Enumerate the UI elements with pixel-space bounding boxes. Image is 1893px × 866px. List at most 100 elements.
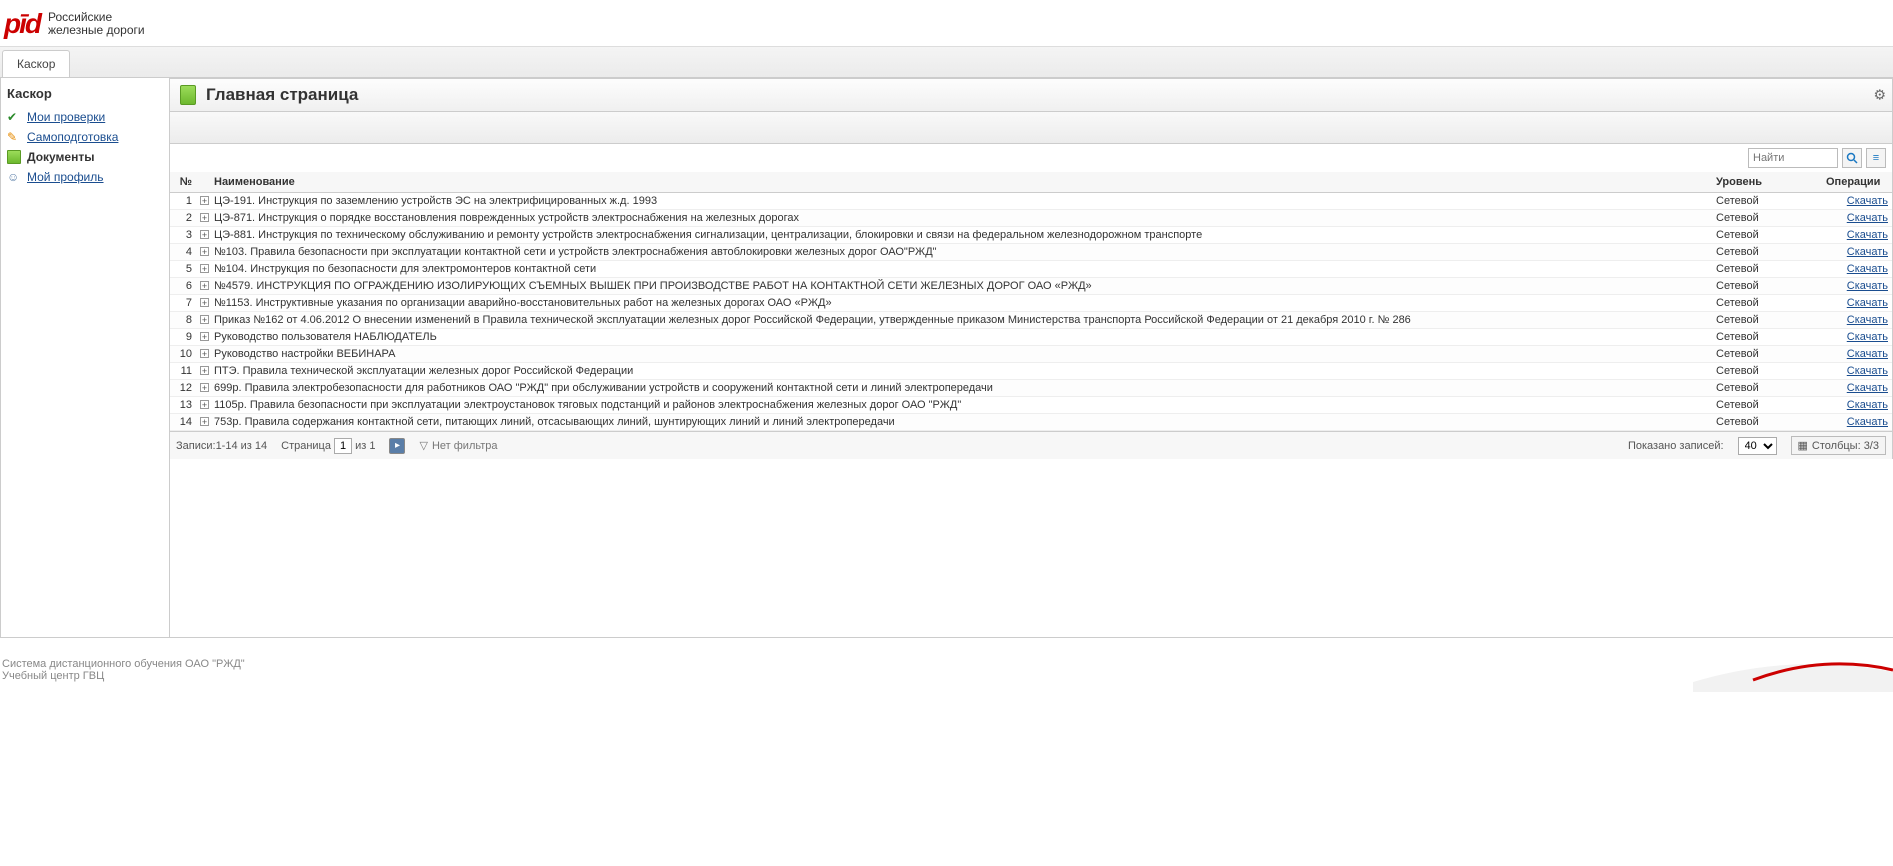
tabstrip: Каскор [0,47,1893,78]
expand-icon[interactable]: + [200,247,209,256]
row-num: 1 [170,193,196,210]
download-link[interactable]: Скачать [1847,297,1888,309]
row-name: 1105р. Правила безопасности при эксплуат… [210,397,1712,414]
row-num: 9 [170,329,196,346]
row-level: Сетевой [1712,397,1822,414]
search-button[interactable] [1842,148,1862,168]
tab-kaskor[interactable]: Каскор [2,50,70,77]
expand-icon[interactable]: + [200,366,209,375]
filter-label: Нет фильтра [432,440,498,452]
expand-icon[interactable]: + [200,196,209,205]
table-row: 2+ЦЭ-871. Инструкция о порядке восстанов… [170,210,1892,227]
download-link[interactable]: Скачать [1847,365,1888,377]
page-input[interactable] [334,438,352,454]
download-link[interactable]: Скачать [1847,382,1888,394]
filter-status[interactable]: ▽ Нет фильтра [419,439,497,452]
download-link[interactable]: Скачать [1847,212,1888,224]
download-link[interactable]: Скачать [1847,348,1888,360]
expand-icon[interactable]: + [200,349,209,358]
row-level: Сетевой [1712,210,1822,227]
expand-icon[interactable]: + [200,213,209,222]
expand-icon[interactable]: + [200,383,209,392]
search-icon [1846,152,1858,164]
brand-mark: pīd [4,8,40,40]
table-row: 9+Руководство пользователя НАБЛЮДАТЕЛЬСе… [170,329,1892,346]
expand-icon[interactable]: + [200,332,209,341]
page-header: Главная страница ⚙ [170,78,1893,112]
download-link[interactable]: Скачать [1847,195,1888,207]
download-link[interactable]: Скачать [1847,416,1888,428]
funnel-icon: ▽ [419,439,427,452]
columns-button[interactable]: ▦ Столбцы: 3/3 [1791,436,1886,455]
footer-swoosh-icon [1693,642,1893,692]
row-name: ЦЭ-191. Инструкция по заземлению устройс… [210,193,1712,210]
search-bar: ≡ [170,144,1893,172]
footer-line2: Учебный центр ГВЦ [2,670,1883,682]
col-header-num[interactable]: № [170,172,196,193]
download-link[interactable]: Скачать [1847,229,1888,241]
table-row: 4+№103. Правила безопасности при эксплуа… [170,244,1892,261]
row-level: Сетевой [1712,193,1822,210]
brand-text: Российские железные дороги [48,11,145,37]
gear-icon[interactable]: ⚙ [1873,87,1886,104]
pager: Записи:1-14 из 14 Страница из 1 ▸ ▽ Нет … [170,431,1893,459]
row-num: 12 [170,380,196,397]
row-level: Сетевой [1712,363,1822,380]
sub-toolbar [170,112,1893,144]
sidebar-item-my-checks[interactable]: ✔ Мои проверки [7,107,163,127]
table-header-row: № Наименование Уровень Операции [170,172,1892,193]
download-link[interactable]: Скачать [1847,280,1888,292]
row-name: №1153. Инструктивные указания по организ… [210,295,1712,312]
table-row: 13+1105р. Правила безопасности при экспл… [170,397,1892,414]
documents-table: № Наименование Уровень Операции 1+ЦЭ-191… [170,172,1892,431]
table-row: 3+ЦЭ-881. Инструкция по техническому обс… [170,227,1892,244]
search-expand-button[interactable]: ≡ [1866,148,1886,168]
expand-icon[interactable]: + [200,298,209,307]
row-level: Сетевой [1712,329,1822,346]
table-row: 11 +ПТЭ. Правила технической эксплуатации… [170,363,1892,380]
col-header-name[interactable]: Наименование [210,172,1712,193]
table-row: 6+№4579. ИНСТРУКЦИЯ ПО ОГРАЖДЕНИЮ ИЗОЛИР… [170,278,1892,295]
col-header-level[interactable]: Уровень [1712,172,1822,193]
download-link[interactable]: Скачать [1847,246,1888,258]
download-link[interactable]: Скачать [1847,399,1888,411]
row-num: 11 [170,363,196,380]
row-level: Сетевой [1712,244,1822,261]
row-level: Сетевой [1712,261,1822,278]
expand-icon[interactable]: + [200,264,209,273]
row-name: 699р. Правила электробезопасности для ра… [210,380,1712,397]
row-name: Руководство настройки ВЕБИНАРА [210,346,1712,363]
col-header-ops[interactable]: Операции [1822,172,1892,193]
sidebar-item-documents[interactable]: Документы [7,147,163,167]
expand-icon[interactable]: + [200,230,209,239]
row-name: №103. Правила безопасности при эксплуата… [210,244,1712,261]
sidebar: Каскор ✔ Мои проверки ✎ Самоподготовка Д… [0,78,170,638]
row-level: Сетевой [1712,312,1822,329]
page-go-button[interactable]: ▸ [389,438,405,454]
expand-icon[interactable]: + [200,315,209,324]
sidebar-item-label: Самоподготовка [27,130,118,144]
row-level: Сетевой [1712,414,1822,431]
app-footer: Система дистанционного обучения ОАО "РЖД… [0,638,1893,692]
table-row: 14+753р. Правила содержания контактной с… [170,414,1892,431]
expand-icon[interactable]: + [200,417,209,426]
row-num: 5 [170,261,196,278]
download-link[interactable]: Скачать [1847,314,1888,326]
search-input[interactable] [1748,148,1838,168]
expand-icon[interactable]: + [200,281,209,290]
download-link[interactable]: Скачать [1847,263,1888,275]
col-header-expand [196,172,210,193]
page-size-select[interactable]: 40 [1738,437,1777,455]
records-info: Записи:1-14 из 14 [176,440,267,452]
sidebar-item-selftrain[interactable]: ✎ Самоподготовка [7,127,163,147]
row-name: ПТЭ. Правила технической эксплуатации же… [210,363,1712,380]
expand-icon[interactable]: + [200,400,209,409]
page-title: Главная страница [206,85,358,105]
row-name: №4579. ИНСТРУКЦИЯ ПО ОГРАЖДЕНИЮ ИЗОЛИРУЮ… [210,278,1712,295]
main-layout: Каскор ✔ Мои проверки ✎ Самоподготовка Д… [0,78,1893,638]
document-icon [7,150,21,164]
columns-label: Столбцы: 3/3 [1812,440,1879,452]
sidebar-item-profile[interactable]: ☺ Мой профиль [7,167,163,187]
download-link[interactable]: Скачать [1847,331,1888,343]
pencil-icon: ✎ [7,130,21,144]
